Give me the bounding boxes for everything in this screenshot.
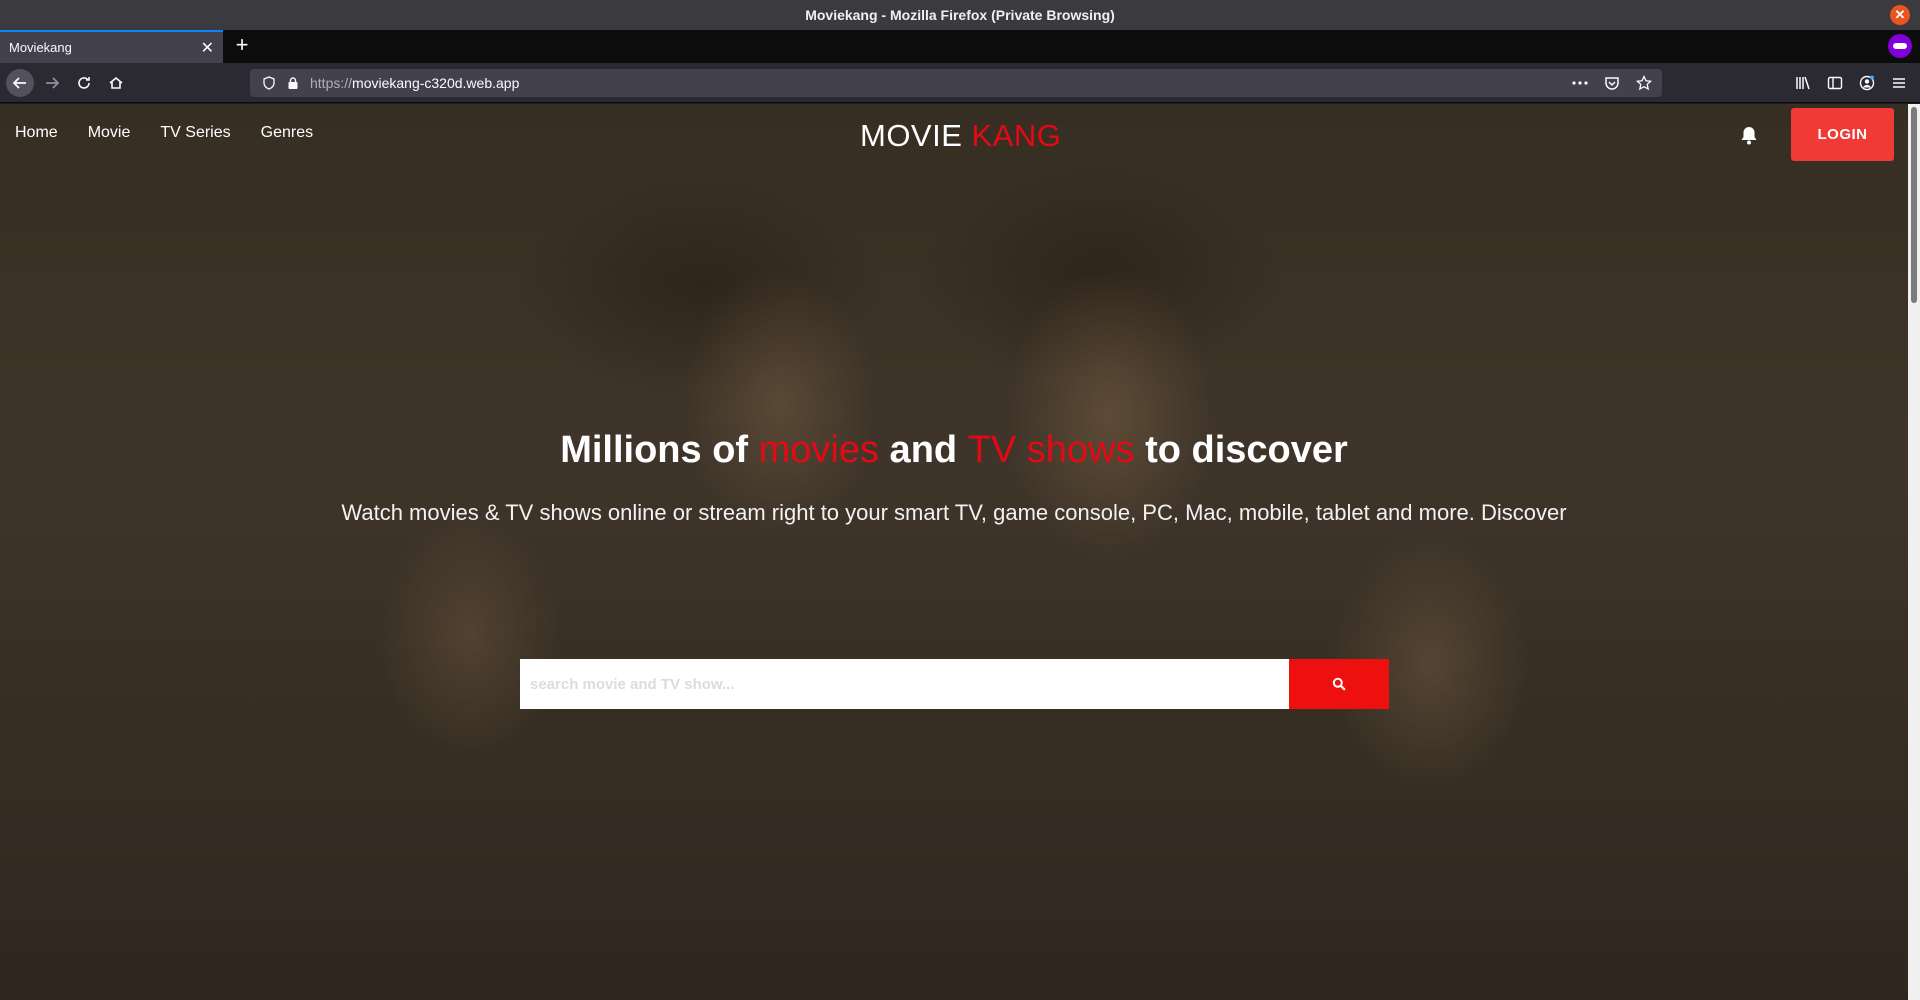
- headline-movies: movies: [758, 429, 879, 471]
- home-button[interactable]: [102, 69, 130, 97]
- account-icon[interactable]: [1856, 69, 1878, 97]
- search-input[interactable]: [520, 659, 1289, 709]
- bookmark-star-icon[interactable]: [1634, 73, 1654, 93]
- headline-tv-shows: TV shows: [967, 429, 1135, 471]
- back-button[interactable]: [6, 69, 34, 97]
- logo-part-1: MOVIE: [860, 118, 972, 153]
- nav-link-home[interactable]: Home: [15, 124, 58, 142]
- scrollbar-thumb[interactable]: [1911, 107, 1917, 303]
- shield-icon[interactable]: [262, 76, 276, 90]
- nav-link-tv-series[interactable]: TV Series: [160, 124, 230, 142]
- window-close-icon[interactable]: ✕: [1890, 5, 1910, 25]
- window-titlebar: Moviekang - Mozilla Firefox (Private Bro…: [0, 0, 1920, 30]
- sidebar-icon[interactable]: [1824, 69, 1846, 97]
- login-button[interactable]: LOGIN: [1791, 108, 1894, 161]
- pocket-icon[interactable]: [1602, 73, 1622, 93]
- hero-subtitle: Watch movies & TV shows online or stream…: [341, 500, 1567, 525]
- tab-strip: Moviekang ✕ +: [0, 30, 1920, 63]
- new-tab-button[interactable]: +: [230, 34, 254, 58]
- menu-icon[interactable]: [1888, 69, 1910, 97]
- headline-part-2: and: [879, 429, 968, 471]
- site-logo[interactable]: MOVIE KANG: [860, 118, 1061, 154]
- hero-overlay: [0, 104, 1908, 1000]
- lock-icon[interactable]: [286, 76, 300, 90]
- tab-close-icon[interactable]: ✕: [201, 38, 214, 58]
- site-nav: Home Movie TV Series Genres: [15, 124, 313, 142]
- hero-headline: Millions of movies and TV shows to disco…: [0, 429, 1908, 472]
- browser-toolbar: https://moviekang-c320d.web.app: [0, 63, 1920, 103]
- private-mask-icon: [1888, 34, 1912, 58]
- search-button[interactable]: [1289, 659, 1389, 709]
- back-arrow-icon: [12, 77, 26, 89]
- nav-link-genres[interactable]: Genres: [261, 124, 313, 142]
- bell-icon[interactable]: [1738, 124, 1760, 146]
- url-scheme: https://: [310, 75, 353, 91]
- url-bar[interactable]: https://moviekang-c320d.web.app: [250, 69, 1662, 97]
- site-header: Home Movie TV Series Genres MOVIE KANG L…: [0, 104, 1908, 164]
- headline-part-1: Millions of: [560, 429, 759, 471]
- page-viewport: Home Movie TV Series Genres MOVIE KANG L…: [0, 104, 1908, 1000]
- more-icon[interactable]: [1570, 73, 1590, 93]
- library-icon[interactable]: [1792, 69, 1814, 97]
- headline-part-3: to discover: [1134, 429, 1348, 471]
- nav-link-movie[interactable]: Movie: [88, 124, 131, 142]
- window-title: Moviekang - Mozilla Firefox (Private Bro…: [805, 7, 1115, 23]
- page-scrollbar[interactable]: [1908, 104, 1920, 1000]
- url-host: moviekang-c320d.web.app: [352, 75, 520, 91]
- tab-moviekang[interactable]: Moviekang ✕: [0, 30, 223, 63]
- forward-arrow-icon: [46, 77, 60, 89]
- tab-label: Moviekang: [9, 40, 72, 55]
- search-form: [520, 659, 1389, 709]
- search-icon: [1332, 677, 1346, 691]
- reload-button[interactable]: [70, 69, 98, 97]
- reload-icon: [78, 77, 90, 89]
- logo-part-2: KANG: [971, 118, 1062, 153]
- home-icon: [109, 76, 123, 89]
- forward-button[interactable]: [38, 69, 66, 97]
